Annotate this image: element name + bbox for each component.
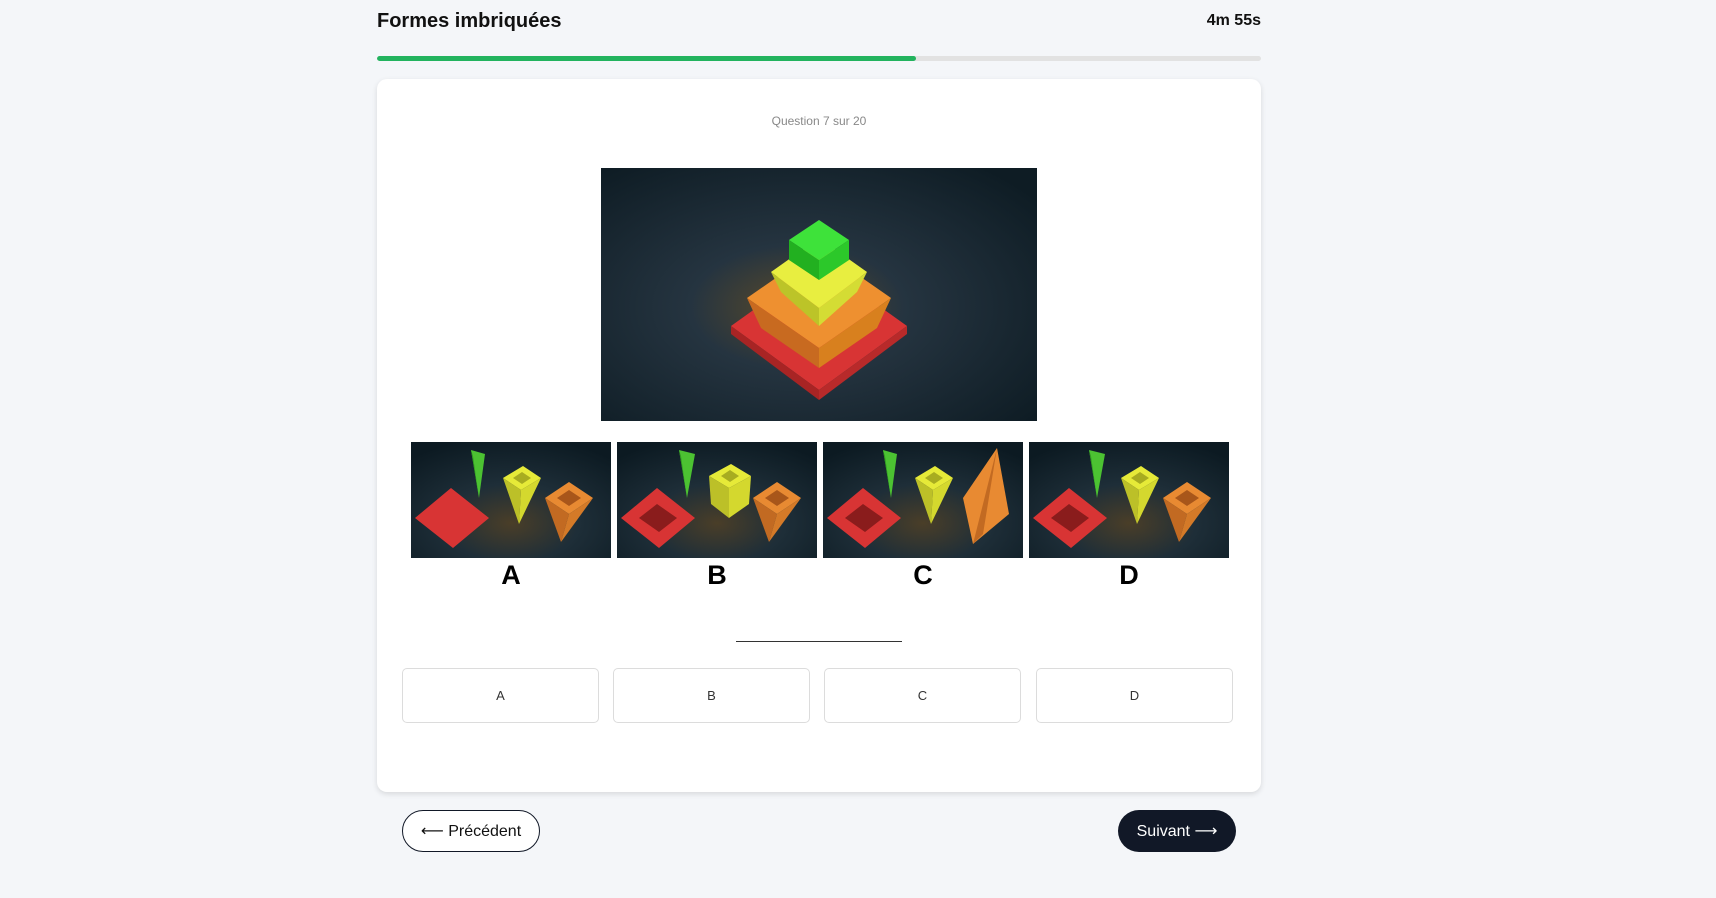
answer-button-d[interactable]: D (1036, 668, 1233, 723)
progress-fill (377, 56, 917, 61)
question-card: Question 7 sur 20 A B C D A B C D (377, 79, 1261, 792)
option-image-label: A (501, 560, 521, 590)
option-b-picture (617, 442, 817, 558)
page-title: Formes imbriquées (377, 10, 562, 32)
option-image-d: D (1029, 442, 1229, 590)
answer-blank-line (736, 641, 902, 642)
question-image (601, 168, 1037, 421)
option-image-b: B (617, 442, 817, 590)
option-image-label: C (913, 560, 933, 590)
previous-button[interactable]: ⟵ Précédent (402, 810, 540, 852)
option-a-picture (411, 442, 611, 558)
timer: 4m 55s (1206, 12, 1261, 29)
topbar: Formes imbriquées 4m 55s (377, 0, 1261, 50)
option-images: A B C D (411, 442, 1229, 592)
option-d-picture (1029, 442, 1229, 558)
option-image-label: B (707, 560, 727, 590)
option-c-picture (823, 442, 1023, 558)
progress-bar (377, 56, 1261, 61)
next-button[interactable]: Suivant ⟶ (1118, 810, 1236, 852)
option-image-label: D (1119, 560, 1139, 590)
question-counter: Question 7 sur 20 (771, 114, 867, 128)
quiz-container: Formes imbriquées 4m 55s Question 7 sur … (377, 0, 1261, 792)
option-image-a: A (411, 442, 611, 590)
answer-button-a[interactable]: A (402, 668, 599, 723)
option-image-c: C (823, 442, 1023, 590)
answer-button-c[interactable]: C (824, 668, 1021, 723)
answer-button-b[interactable]: B (613, 668, 810, 723)
